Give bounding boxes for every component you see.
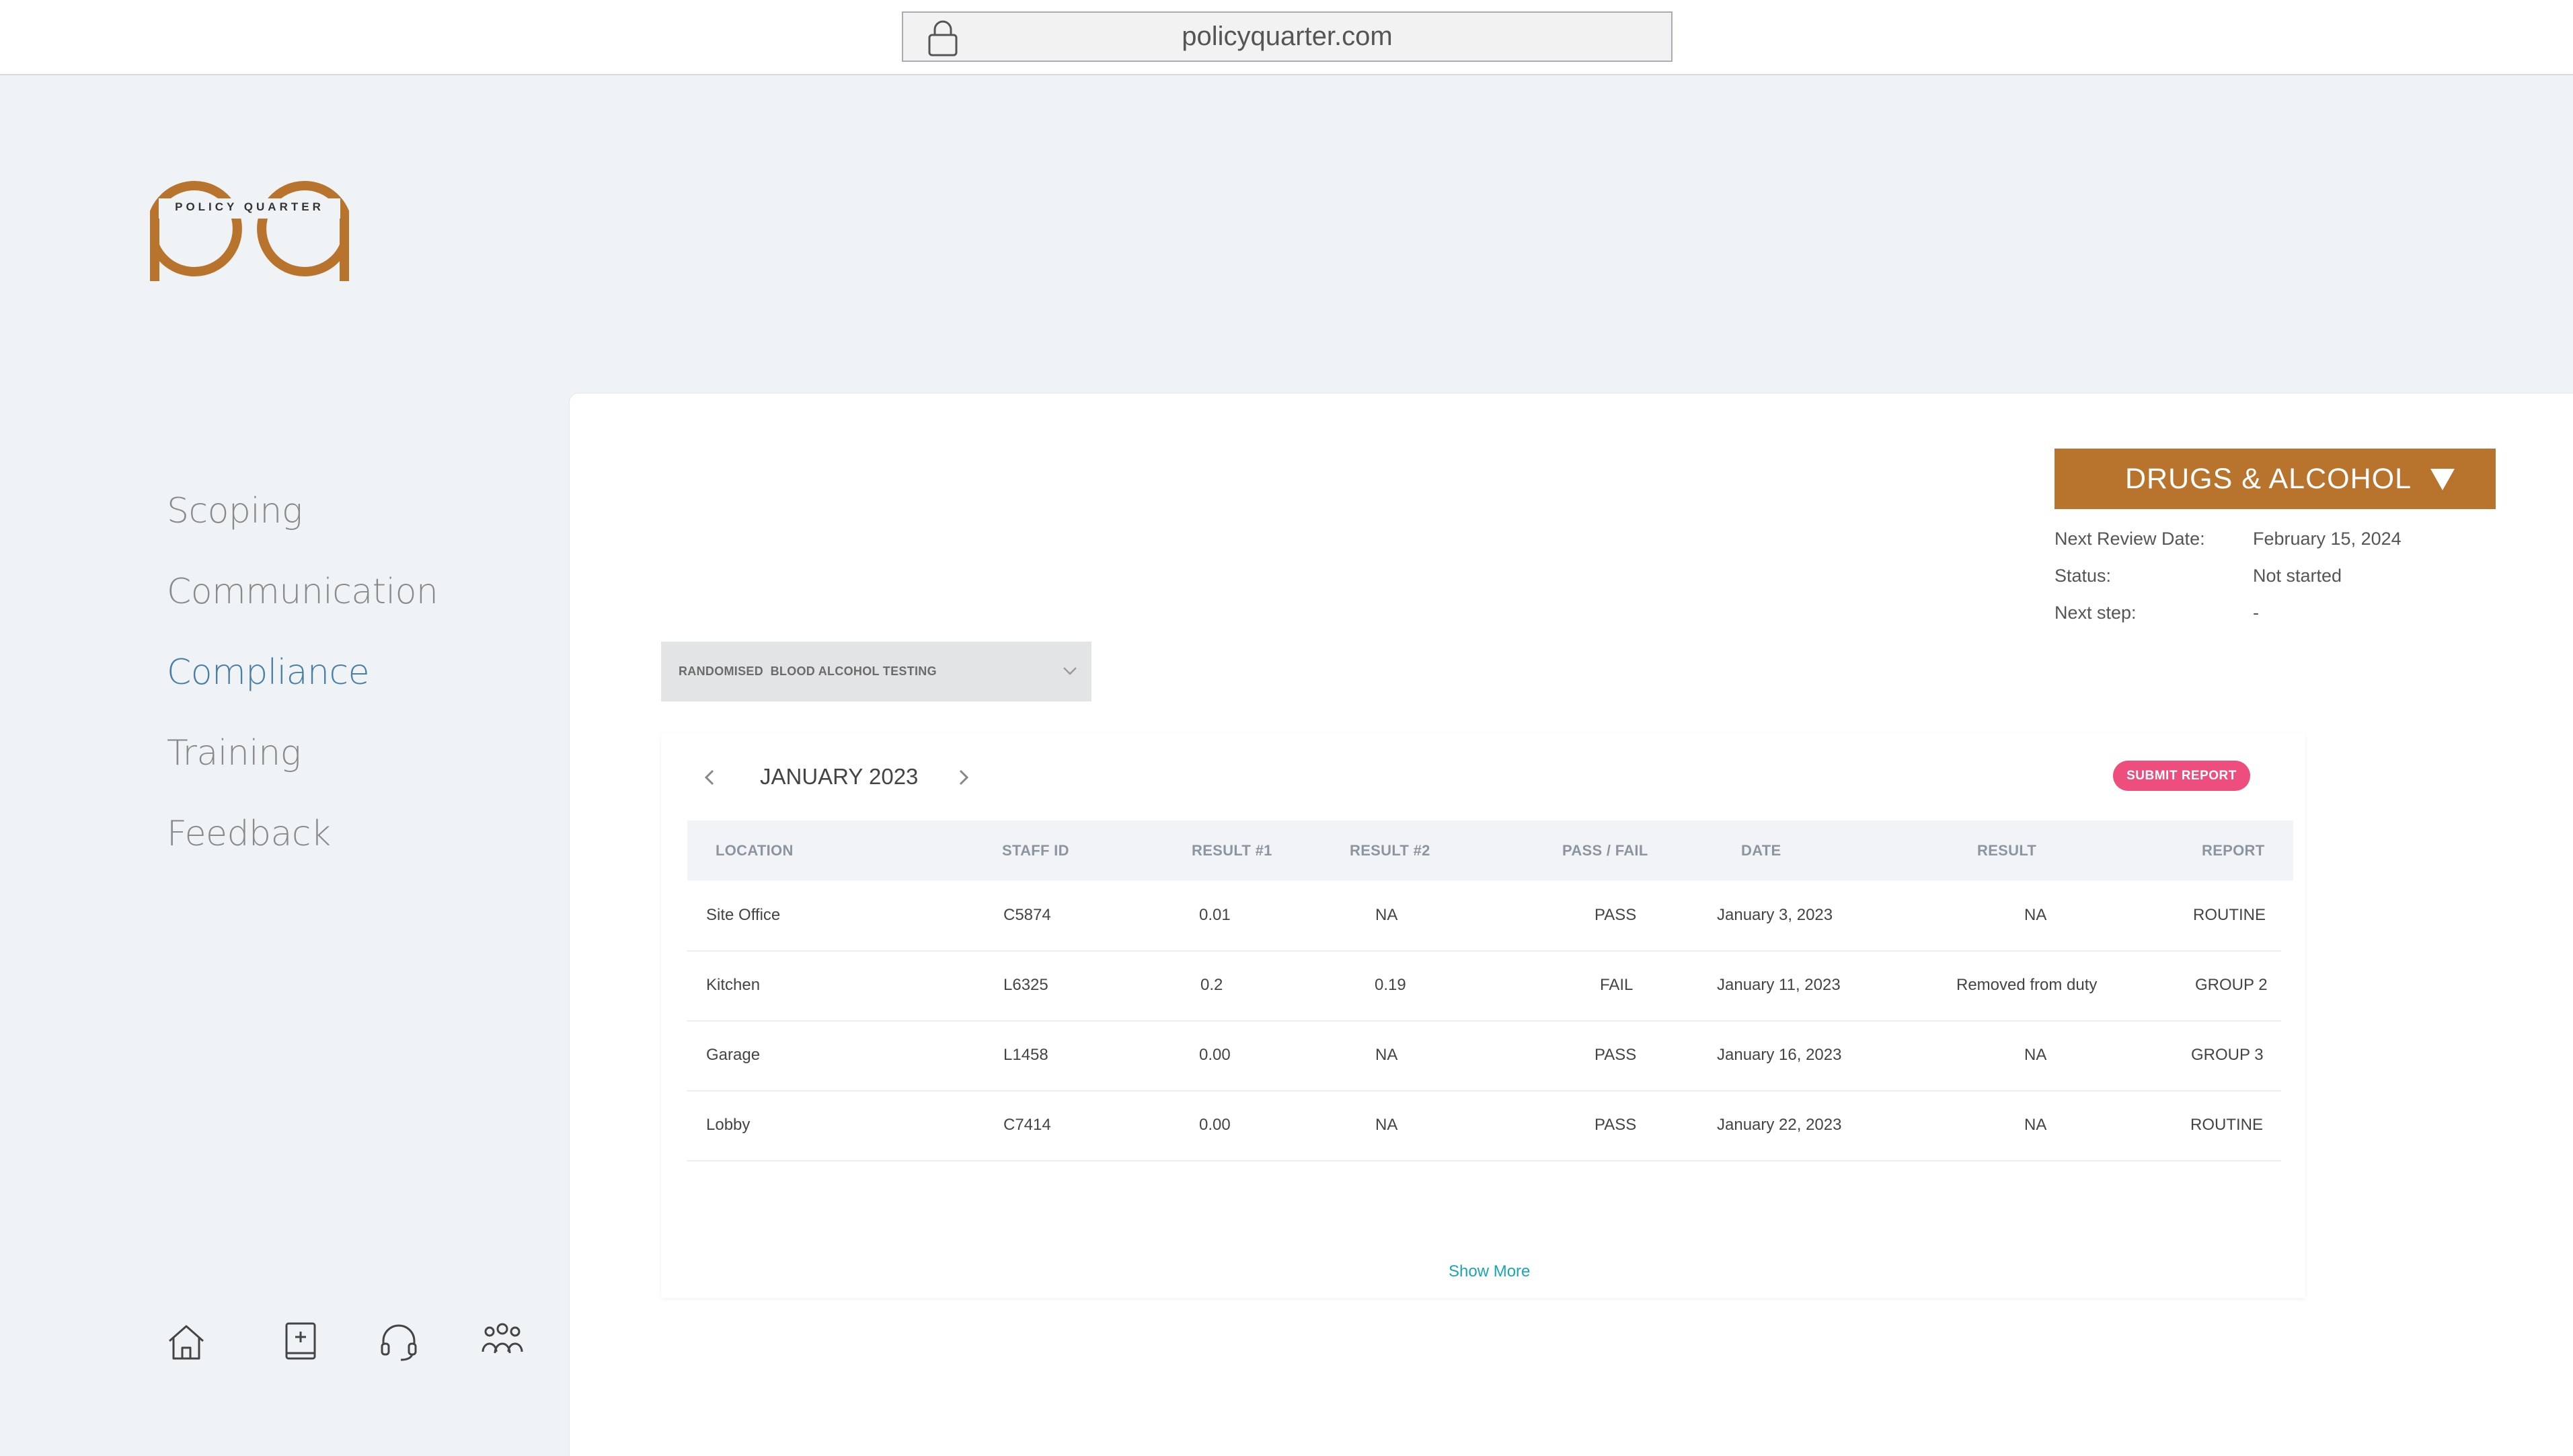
book-icon[interactable] <box>278 1319 323 1364</box>
cell-staff-id: L6325 <box>1003 976 1048 994</box>
cell-location: Site Office <box>706 906 781 924</box>
column-header-date[interactable]: DATE <box>1741 820 1781 880</box>
column-header-result[interactable]: RESULT <box>1977 820 2036 880</box>
table-row[interactable]: Site Office C5874 0.01 NA PASS January 3… <box>687 880 2281 952</box>
test-type-select[interactable]: RANDOMISED BLOOD ALCOHOL TESTING <box>661 642 1091 701</box>
cell-pass-fail: PASS <box>1595 906 1637 924</box>
cell-date: January 3, 2023 <box>1717 906 1833 924</box>
sidebar-item-training[interactable]: Training <box>167 726 438 807</box>
test-type-value: RANDOMISED BLOOD ALCOHOL TESTING <box>679 664 937 678</box>
column-header-staff-id[interactable]: STAFF ID <box>1002 820 1069 880</box>
cell-report: ROUTINE <box>2190 1116 2263 1134</box>
cell-result-2: NA <box>1375 906 1398 924</box>
column-header-location[interactable]: LOCATION <box>716 820 794 880</box>
cell-pass-fail: PASS <box>1595 1046 1637 1064</box>
cell-result-1: 0.00 <box>1199 1046 1231 1064</box>
cell-location: Kitchen <box>706 976 761 994</box>
cell-result: NA <box>2024 906 2047 924</box>
column-header-report[interactable]: REPORT <box>2202 820 2264 880</box>
table-header: LOCATION STAFF ID RESULT #1 RESULT #2 PA… <box>687 820 2293 880</box>
next-review-value: February 15, 2024 <box>2253 529 2402 549</box>
column-header-pass-fail[interactable]: PASS / FAIL <box>1562 820 1648 880</box>
cell-location: Garage <box>706 1046 761 1064</box>
cell-result-2: 0.19 <box>1375 976 1406 994</box>
policy-dropdown-label: DRUGS & ALCOHOL <box>2125 463 2412 495</box>
browser-bar: policyquarter.com <box>0 0 2573 75</box>
column-header-result-2[interactable]: RESULT #2 <box>1350 820 1430 880</box>
cell-result: Removed from duty <box>1956 976 2098 994</box>
cell-result-2: NA <box>1375 1116 1398 1134</box>
logo-mark <box>150 181 349 281</box>
cell-location: Lobby <box>706 1116 751 1134</box>
triangle-down-icon <box>2430 469 2455 490</box>
cell-staff-id: L1458 <box>1003 1046 1048 1064</box>
submit-report-button[interactable]: SUBMIT REPORT <box>2113 761 2250 791</box>
policy-dropdown[interactable]: DRUGS & ALCOHOL <box>2054 449 2496 509</box>
chevron-right-icon[interactable] <box>951 765 975 790</box>
cell-result-2: NA <box>1375 1046 1398 1064</box>
cell-report: ROUTINE <box>2193 906 2266 924</box>
cell-pass-fail: PASS <box>1595 1116 1637 1134</box>
cell-date: January 11, 2023 <box>1717 976 1841 994</box>
sidebar-nav: Scoping Communication Compliance Trainin… <box>167 484 438 888</box>
sidebar-item-feedback[interactable]: Feedback <box>167 807 438 888</box>
column-header-result-1[interactable]: RESULT #1 <box>1192 820 1272 880</box>
sidebar-item-compliance[interactable]: Compliance <box>167 646 438 726</box>
cell-report: GROUP 2 <box>2195 976 2268 994</box>
bottom-icon-bar <box>164 1319 541 1367</box>
cell-result-1: 0.00 <box>1199 1116 1231 1134</box>
policy-quarter-logo[interactable]: POLICY QUARTER <box>145 161 354 286</box>
show-more-link[interactable]: Show More <box>1449 1262 1530 1281</box>
cell-result-1: 0.01 <box>1199 906 1231 924</box>
address-bar[interactable]: policyquarter.com <box>902 11 1673 62</box>
chevron-left-icon[interactable] <box>698 765 722 790</box>
cell-result-1: 0.2 <box>1200 976 1223 994</box>
url-text: policyquarter.com <box>1182 22 1393 51</box>
next-review-label: Next Review Date: <box>2054 529 2205 549</box>
cell-pass-fail: FAIL <box>1600 976 1634 994</box>
table-row[interactable]: Garage L1458 0.00 NA PASS January 16, 20… <box>687 1020 2281 1091</box>
month-label: JANUARY 2023 <box>760 764 919 789</box>
table-row[interactable]: Kitchen L6325 0.2 0.19 FAIL January 11, … <box>687 950 2281 1022</box>
next-step-value: - <box>2253 603 2259 623</box>
team-icon[interactable] <box>480 1319 525 1364</box>
cell-result: NA <box>2024 1046 2047 1064</box>
cell-staff-id: C7414 <box>1003 1116 1051 1134</box>
cell-date: January 22, 2023 <box>1717 1116 1842 1134</box>
sidebar-item-communication[interactable]: Communication <box>167 565 438 646</box>
cell-report: GROUP 3 <box>2191 1046 2264 1064</box>
chevron-down-icon <box>1063 667 1077 675</box>
cell-result: NA <box>2024 1116 2047 1134</box>
logo-text: POLICY QUARTER <box>175 200 324 213</box>
cell-staff-id: C5874 <box>1003 906 1051 924</box>
home-icon[interactable] <box>164 1319 208 1364</box>
sidebar-item-scoping[interactable]: Scoping <box>167 484 438 565</box>
status-value: Not started <box>2253 566 2342 586</box>
table-row[interactable]: Lobby C7414 0.00 NA PASS January 22, 202… <box>687 1090 2281 1161</box>
next-step-label: Next step: <box>2054 603 2137 623</box>
headset-icon[interactable] <box>377 1319 421 1364</box>
cell-date: January 16, 2023 <box>1717 1046 1842 1064</box>
status-label: Status: <box>2054 566 2112 586</box>
